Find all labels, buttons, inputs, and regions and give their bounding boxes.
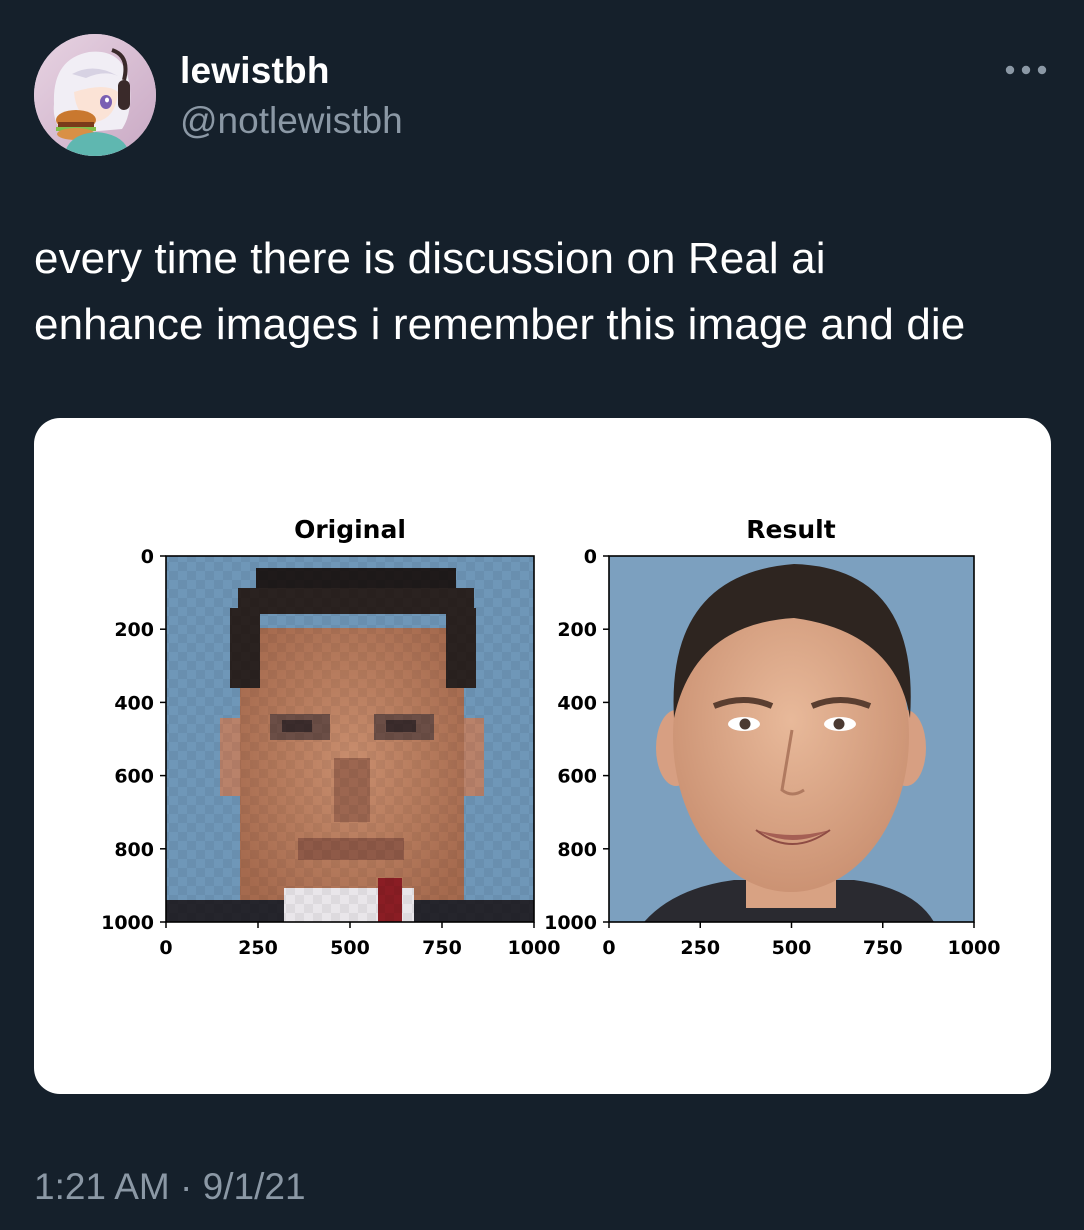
original-x-tick-label: 250 — [238, 937, 278, 959]
result-x-tick-label: 0 — [602, 937, 615, 959]
result-y-tick-label: 600 — [557, 766, 597, 788]
result-plot-title: Result — [746, 515, 835, 544]
original-plot-title: Original — [294, 515, 406, 544]
tweet-text-line-1: every time there is discussion on Real a… — [34, 234, 826, 283]
display-name[interactable]: lewistbh — [180, 50, 330, 92]
handle[interactable]: @notlewistbh — [180, 100, 403, 142]
original-y-tick-label: 400 — [114, 692, 154, 714]
original-image — [166, 556, 534, 922]
anime-avatar-icon — [34, 34, 156, 156]
tweet-time: 1:21 AM — [34, 1166, 170, 1207]
more-horizontal-icon — [1005, 65, 1047, 75]
avatar[interactable] — [34, 34, 156, 156]
original-x-tick-label: 0 — [159, 937, 172, 959]
result-x-tick-label: 500 — [772, 937, 812, 959]
original-y-tick-label: 800 — [114, 839, 154, 861]
timestamp[interactable]: 1:21 AM · 9/1/21 — [34, 1166, 306, 1208]
tweet-text-line-2: enhance images i remember this image and… — [34, 300, 966, 349]
result-image — [609, 556, 974, 922]
tweet-media-image[interactable]: Original Result 0 200 400 600 800 1000 0 250 500… — [34, 418, 1051, 1094]
original-x-tick-label: 1000 — [508, 937, 561, 959]
original-y-tick-label: 0 — [141, 546, 154, 568]
original-y-tick-label: 200 — [114, 619, 154, 641]
result-x-tick-label: 1000 — [948, 937, 1001, 959]
more-button[interactable] — [998, 52, 1054, 88]
result-y-tick-label: 1000 — [544, 912, 597, 934]
original-x-tick-label: 500 — [330, 937, 370, 959]
result-y-tick-label: 0 — [584, 546, 597, 568]
original-x-tick-label: 750 — [422, 937, 462, 959]
tweet: lewistbh @notlewistbh every time there i… — [0, 0, 1084, 1230]
result-y-tick-label: 400 — [557, 692, 597, 714]
result-x-tick-label: 250 — [680, 937, 720, 959]
result-y-tick-label: 800 — [557, 839, 597, 861]
tweet-text: every time there is discussion on Real a… — [34, 226, 1054, 358]
tweet-date: 9/1/21 — [202, 1166, 306, 1207]
result-y-tick-label: 200 — [557, 619, 597, 641]
original-y-tick-label: 600 — [114, 766, 154, 788]
original-y-tick-label: 1000 — [101, 912, 154, 934]
result-x-tick-label: 750 — [863, 937, 903, 959]
timestamp-separator: · — [180, 1166, 193, 1207]
comparison-figure: Original Result 020040060080010000 250 500… — [101, 515, 1001, 959]
